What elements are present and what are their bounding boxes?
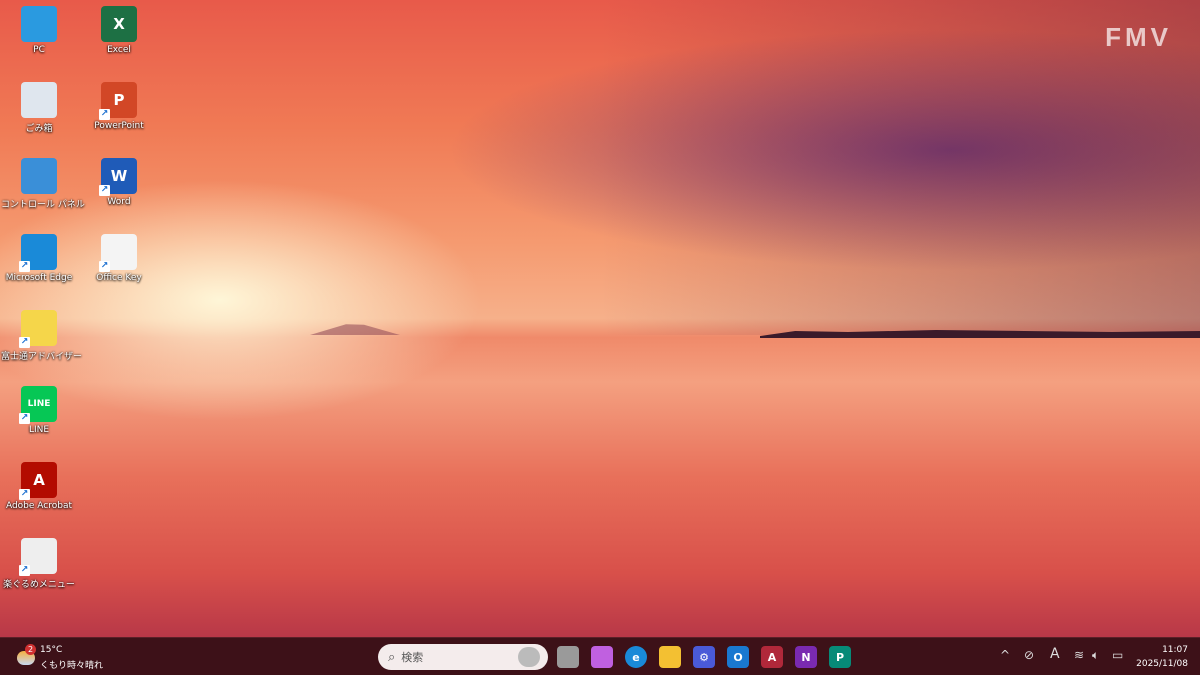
- taskbar-onenote-button[interactable]: N: [795, 646, 817, 668]
- desktop-icon-control-panel[interactable]: コントロール パネル: [1, 158, 85, 210]
- desktop-icon-line[interactable]: LINE ↗ LINE: [1, 386, 77, 435]
- desktop-icon-excel[interactable]: X Excel: [81, 6, 157, 55]
- clock-date: 2025/11/08: [1136, 659, 1188, 669]
- desktop-icon-label: コントロール パネル: [1, 200, 85, 210]
- weather-widget[interactable]: 2 15°C くもり時々晴れ: [14, 643, 114, 671]
- desktop-icon-edge[interactable]: ↗ Microsoft Edge: [1, 234, 77, 283]
- control-panel-icon: [21, 158, 57, 194]
- desktop-icon-acrobat[interactable]: A ↗ Adobe Acrobat: [1, 462, 77, 511]
- edge-icon: ↗: [19, 234, 57, 272]
- battery-icon[interactable]: ▭: [1112, 648, 1123, 662]
- clock-time: 11:07: [1162, 645, 1188, 655]
- search-icon: ⌕: [388, 649, 396, 665]
- shortcut-arrow-icon: ↗: [19, 565, 30, 576]
- wifi-icon[interactable]: ≋: [1074, 648, 1084, 662]
- shortcut-arrow-icon: ↗: [19, 489, 30, 500]
- volume-icon[interactable]: 🔈︎: [1092, 648, 1099, 663]
- line-icon: LINE ↗: [19, 386, 57, 424]
- recycle-bin-icon: [21, 82, 57, 118]
- taskbar: 2 15°C くもり時々晴れ ⌕ 検索 e ⚙ O A N P ^ ⊘ A ≋ 🔈︎ ▭ …: [0, 637, 1200, 675]
- taskbar-control-app-button[interactable]: ⚙: [693, 646, 715, 668]
- desktop-wallpaper: FMV: [0, 0, 1200, 637]
- desktop-icon-recycle-bin[interactable]: ごみ箱: [1, 82, 77, 134]
- desktop-icon-powerpoint[interactable]: P ↗ PowerPoint: [81, 82, 157, 131]
- taskbar-access-button[interactable]: A: [761, 646, 783, 668]
- taskbar-publisher-button[interactable]: P: [829, 646, 851, 668]
- network-off-icon[interactable]: ⊘: [1024, 648, 1034, 662]
- desktop-icon-word[interactable]: W ↗ Word: [81, 158, 157, 207]
- show-hidden-icons-button[interactable]: ^: [1000, 648, 1010, 662]
- search-box[interactable]: ⌕ 検索: [378, 644, 548, 670]
- shortcut-arrow-icon: ↗: [99, 109, 110, 120]
- ime-indicator[interactable]: A: [1050, 646, 1060, 662]
- icon-glyph: X: [113, 15, 125, 33]
- start-button[interactable]: [346, 646, 368, 668]
- shortcut-arrow-icon: ↗: [99, 261, 110, 272]
- taskbar-edge-button[interactable]: e: [625, 646, 647, 668]
- weather-temp: 15°C: [40, 645, 63, 655]
- desktop-icon-label: Adobe Acrobat: [5, 501, 73, 511]
- icon-glyph: P: [113, 91, 125, 109]
- weather-badge: 2: [25, 644, 36, 655]
- desktop-icon-menu[interactable]: ↗ 楽ぐるめメニュー: [1, 538, 77, 590]
- taskbar-file-explorer-button[interactable]: [659, 646, 681, 668]
- shortcut-arrow-icon: ↗: [19, 261, 30, 272]
- taskbar-outlook-button[interactable]: O: [727, 646, 749, 668]
- desktop-icon-label: PowerPoint: [94, 121, 144, 131]
- desktop-icon-label: Excel: [107, 45, 131, 55]
- desktop-icon-label: LINE: [28, 425, 50, 435]
- shortcut-arrow-icon: ↗: [19, 337, 30, 348]
- desktop-icon-label: Microsoft Edge: [5, 273, 73, 283]
- wallpaper-mountain: [310, 324, 400, 335]
- acrobat-icon: A ↗: [19, 462, 57, 500]
- word-icon: W ↗: [99, 158, 137, 196]
- fmv-logo: FMV: [1105, 22, 1172, 52]
- desktop-icon-label: Office Key: [96, 273, 142, 283]
- clock[interactable]: 11:07 2025/11/08: [1132, 643, 1188, 671]
- desktop-icon-label: 楽ぐるめメニュー: [3, 580, 75, 590]
- weather-condition: くもり時々晴れ: [40, 661, 104, 671]
- taskbar-task-view-button[interactable]: [557, 646, 579, 668]
- desktop-icon-label: PC: [33, 45, 45, 55]
- desktop-icon-advisor[interactable]: ↗ 富士通アドバイザー: [1, 310, 83, 362]
- icon-glyph: A: [33, 471, 45, 489]
- desktop-icon-monitor[interactable]: PC: [1, 6, 77, 55]
- icon-glyph: LINE: [27, 399, 51, 409]
- desktop-icon-label: Word: [107, 197, 131, 207]
- monitor-icon: [21, 6, 57, 42]
- excel-icon: X: [101, 6, 137, 42]
- desktop-icon-label: 富士通アドバイザー: [1, 352, 83, 362]
- advisor-icon: ↗: [19, 310, 57, 348]
- desktop-icon-document[interactable]: ↗ Office Key: [81, 234, 157, 283]
- document-icon: ↗: [99, 234, 137, 272]
- taskbar-copilot-button[interactable]: [591, 646, 613, 668]
- desktop-icon-label: ごみ箱: [25, 124, 53, 134]
- powerpoint-icon: P ↗: [99, 82, 137, 120]
- shortcut-arrow-icon: ↗: [19, 413, 30, 424]
- icon-glyph: W: [110, 167, 128, 185]
- search-highlight-icon: [518, 647, 540, 667]
- search-placeholder: 検索: [401, 651, 424, 664]
- shortcut-arrow-icon: ↗: [99, 185, 110, 196]
- menu-icon: ↗: [19, 538, 57, 576]
